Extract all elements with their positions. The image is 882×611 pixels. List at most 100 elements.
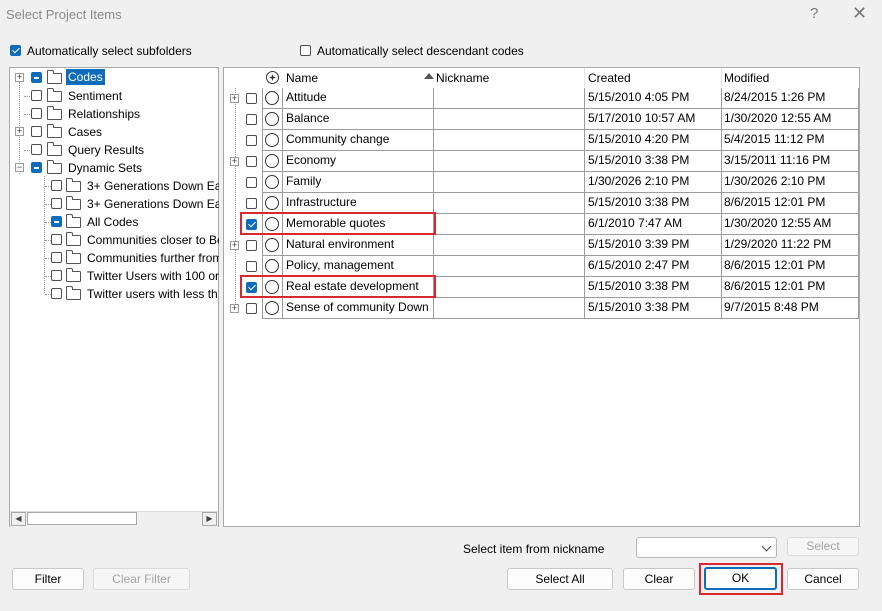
- tree-checkbox-set-5[interactable]: [51, 252, 62, 263]
- auto-subfolders-checkbox[interactable]: [10, 45, 21, 56]
- expand-row-icon[interactable]: +: [230, 241, 239, 250]
- cell-created: 5/15/2010 4:05 PM: [588, 90, 690, 104]
- cell-modified: 3/15/2011 11:16 PM: [724, 153, 831, 167]
- tree-checkbox-all-codes[interactable]: [51, 216, 62, 227]
- folder-icon: [66, 250, 81, 264]
- expand-cases-icon[interactable]: +: [15, 127, 24, 136]
- tree-checkbox-dynamic-sets[interactable]: [31, 162, 42, 173]
- dialog-title: Select Project Items: [6, 7, 122, 22]
- grid-line: [262, 318, 859, 319]
- cell-created: 5/15/2010 3:38 PM: [588, 279, 690, 293]
- row-checkbox[interactable]: [246, 114, 257, 125]
- folder-icon: [47, 160, 62, 174]
- expand-row-icon[interactable]: +: [230, 94, 239, 103]
- tree-checkbox-set-1[interactable]: [51, 180, 62, 191]
- tree-checkbox-sentiment[interactable]: [31, 90, 42, 101]
- clear-button[interactable]: Clear: [623, 568, 695, 590]
- cell-name[interactable]: Attitude: [286, 87, 327, 107]
- cell-name[interactable]: Infrastructure: [286, 192, 357, 212]
- tree-checkbox-set-2[interactable]: [51, 198, 62, 209]
- cell-name[interactable]: Sense of community Down: [286, 297, 429, 317]
- items-grid[interactable]: Name Nickname Created Modified + Attitud…: [223, 67, 860, 527]
- cell-name[interactable]: Community change: [286, 129, 389, 149]
- tree-checkbox-query-results[interactable]: [31, 144, 42, 155]
- tree-hscroll-thumb[interactable]: [27, 512, 137, 525]
- tree-item-query-results[interactable]: Query Results: [68, 141, 144, 159]
- tree-checkbox-codes[interactable]: [31, 72, 42, 83]
- expand-row-icon[interactable]: +: [230, 157, 239, 166]
- cell-modified: 8/6/2015 12:01 PM: [724, 279, 826, 293]
- tree-checkbox-set-6[interactable]: [51, 270, 62, 281]
- tree-item-codes[interactable]: Codes: [66, 69, 105, 85]
- code-icon: [265, 175, 279, 189]
- tree-item-dynamic-sets[interactable]: Dynamic Sets: [68, 159, 142, 177]
- row-checkbox[interactable]: [246, 156, 257, 167]
- tree-item-set-4[interactable]: Communities closer to Be: [87, 231, 224, 249]
- tree-item-cases[interactable]: Cases: [68, 123, 102, 141]
- tree-item-set-7[interactable]: Twitter users with less th: [87, 285, 218, 303]
- tree-item-sentiment[interactable]: Sentiment: [68, 87, 122, 105]
- scroll-right-icon[interactable]: ▶: [202, 512, 217, 526]
- filter-button[interactable]: Filter: [12, 568, 84, 590]
- title-bar: [0, 0, 882, 30]
- row-checkbox[interactable]: [246, 93, 257, 104]
- cell-name[interactable]: Family: [286, 171, 321, 191]
- code-icon: [265, 196, 279, 210]
- col-header-created[interactable]: Created: [588, 71, 631, 85]
- tree-item-set-1[interactable]: 3+ Generations Down Ea: [87, 177, 221, 195]
- cell-modified: 9/7/2015 8:48 PM: [724, 300, 819, 314]
- chevron-down-icon: [761, 541, 772, 552]
- tree-checkbox-set-4[interactable]: [51, 234, 62, 245]
- folder-icon: [47, 88, 62, 102]
- cell-name[interactable]: Natural environment: [286, 234, 394, 254]
- tree-item-set-6[interactable]: Twitter Users with 100 or: [87, 267, 219, 285]
- folder-tree[interactable]: + Codes Sentiment Relationships + Cases …: [9, 67, 224, 527]
- tree-checkbox-cases[interactable]: [31, 126, 42, 137]
- scroll-left-icon[interactable]: ◀: [11, 512, 26, 526]
- row-checkbox[interactable]: [246, 177, 257, 188]
- cell-created: 5/15/2010 4:20 PM: [588, 132, 690, 146]
- close-button[interactable]: ✕: [852, 3, 867, 24]
- col-header-modified[interactable]: Modified: [724, 71, 769, 85]
- col-header-name[interactable]: Name: [286, 71, 318, 85]
- compass-icon: [269, 74, 276, 81]
- row-checkbox[interactable]: [246, 198, 257, 209]
- nickname-dropdown[interactable]: [636, 537, 777, 558]
- type-column-icon[interactable]: [266, 71, 279, 84]
- highlight-real-estate: [240, 275, 436, 298]
- clear-filter-button[interactable]: Clear Filter: [93, 568, 190, 590]
- folder-icon: [66, 178, 81, 192]
- cell-created: 5/15/2010 3:38 PM: [588, 153, 690, 167]
- grid-line: [721, 88, 722, 319]
- tree-checkbox-set-7[interactable]: [51, 288, 62, 299]
- ok-button[interactable]: OK: [704, 567, 777, 590]
- cancel-button[interactable]: Cancel: [787, 568, 859, 590]
- row-checkbox[interactable]: [246, 240, 257, 251]
- tree-checkbox-relationships[interactable]: [31, 108, 42, 119]
- cell-name[interactable]: Economy: [286, 150, 336, 170]
- tree-item-set-2[interactable]: 3+ Generations Down Ea: [87, 195, 221, 213]
- row-checkbox[interactable]: [246, 303, 257, 314]
- tree-item-relationships[interactable]: Relationships: [68, 105, 140, 123]
- cell-modified: 8/24/2015 1:26 PM: [724, 90, 826, 104]
- cell-name[interactable]: Policy, management: [286, 255, 394, 275]
- cell-modified: 8/6/2015 12:01 PM: [724, 195, 826, 209]
- select-nickname-button[interactable]: Select: [787, 537, 859, 556]
- expand-row-icon[interactable]: +: [230, 304, 239, 313]
- folder-icon: [66, 268, 81, 282]
- cell-name[interactable]: Balance: [286, 108, 329, 128]
- row-checkbox[interactable]: [246, 135, 257, 146]
- folder-icon: [66, 286, 81, 300]
- expand-codes-icon[interactable]: +: [15, 73, 24, 82]
- help-button[interactable]: ?: [810, 5, 818, 22]
- tree-item-set-5[interactable]: Communities further from: [87, 249, 222, 267]
- row-checkbox[interactable]: [246, 261, 257, 272]
- tree-item-all-codes[interactable]: All Codes: [87, 213, 138, 231]
- header-divider: [721, 68, 722, 87]
- folder-icon: [47, 142, 62, 156]
- auto-descendants-checkbox[interactable]: [300, 45, 311, 56]
- select-all-button[interactable]: Select All: [507, 568, 613, 590]
- collapse-dynamic-sets-icon[interactable]: −: [15, 163, 24, 172]
- cell-created: 5/15/2010 3:38 PM: [588, 300, 690, 314]
- col-header-nickname[interactable]: Nickname: [436, 71, 489, 85]
